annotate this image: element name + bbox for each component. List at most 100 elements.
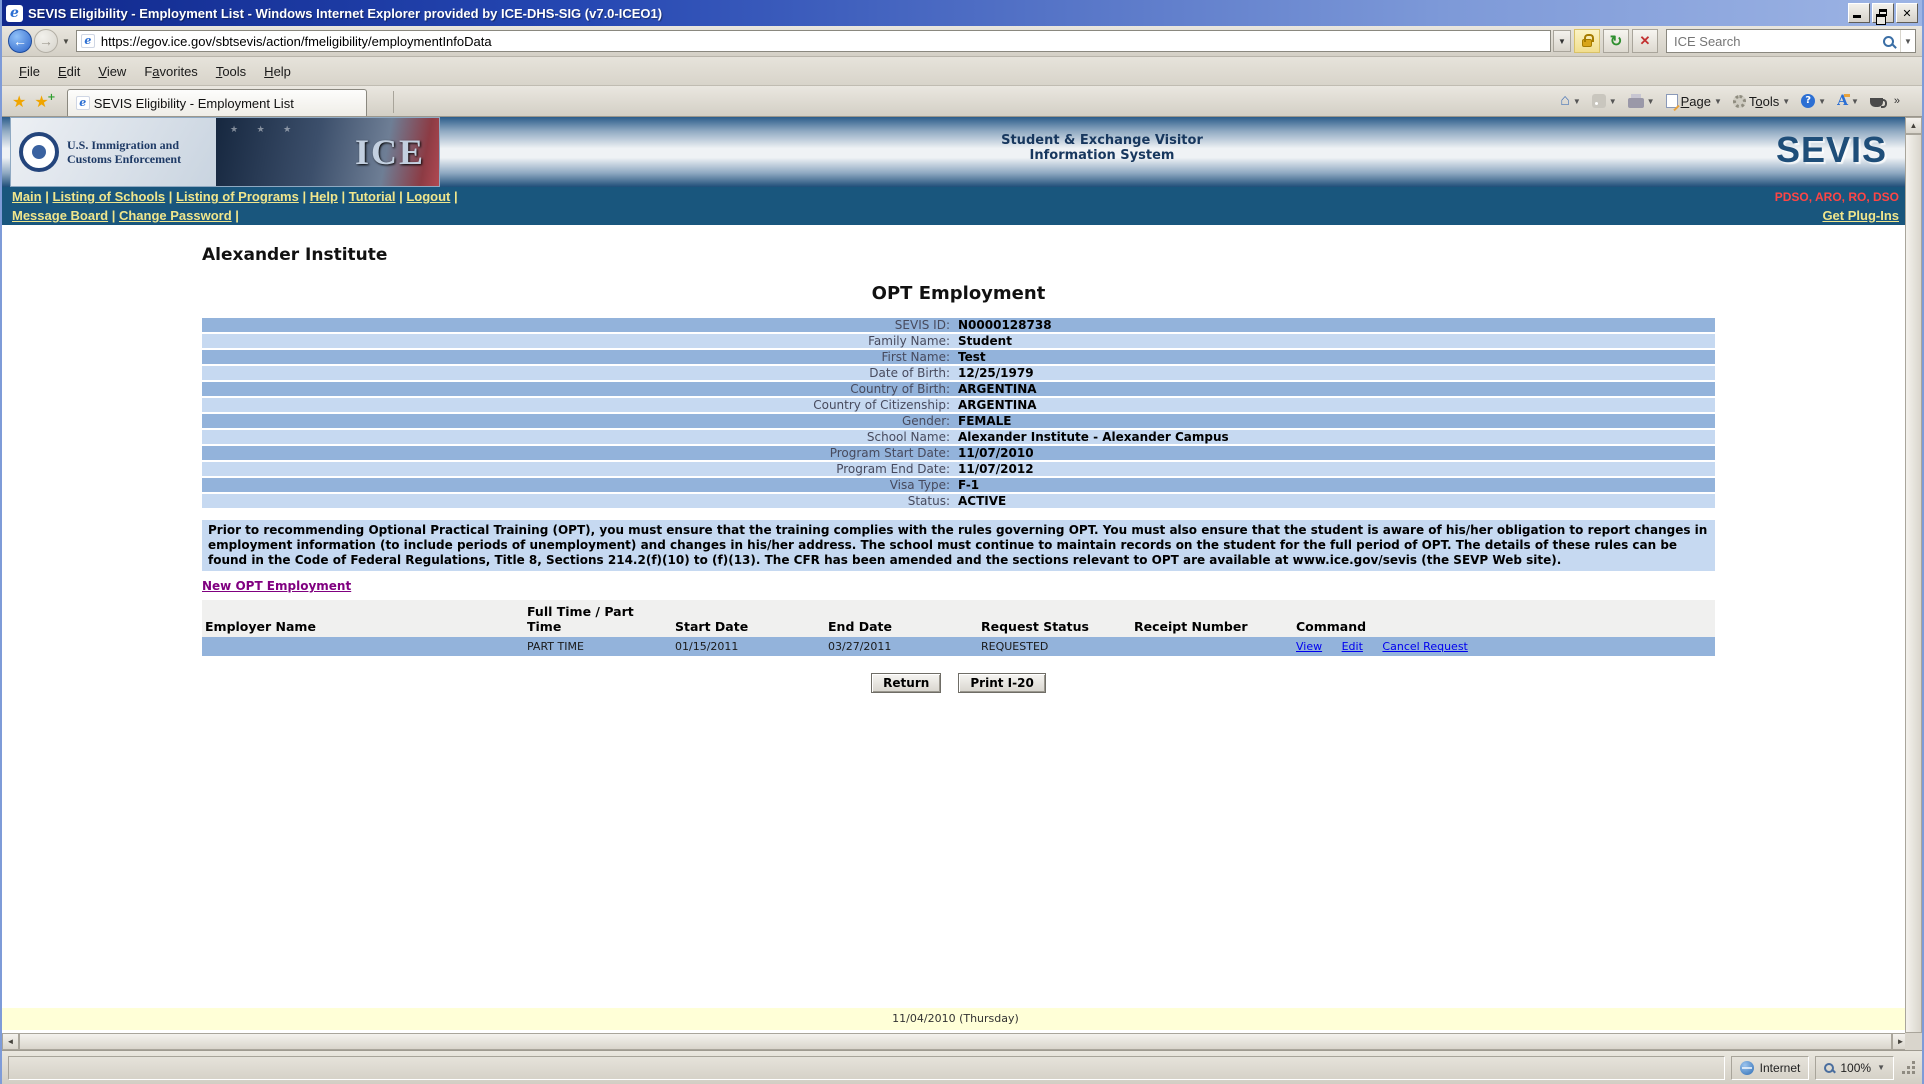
- menu-tools[interactable]: Tools: [207, 60, 255, 83]
- menu-favorites[interactable]: Favorites: [135, 60, 206, 83]
- horizontal-scrollbar[interactable]: ◄ ►: [2, 1033, 1909, 1050]
- history-dropdown-icon[interactable]: ▼: [58, 37, 74, 46]
- tools-menu-button[interactable]: Tools▼: [1729, 92, 1794, 111]
- edit-link[interactable]: Edit: [1342, 640, 1363, 653]
- student-row: Status:ACTIVE: [202, 494, 1715, 508]
- vertical-scrollbar[interactable]: ▲ ▼: [1905, 117, 1922, 1050]
- security-lock-button[interactable]: [1574, 29, 1600, 53]
- search-input[interactable]: [1672, 33, 1881, 50]
- nav-change-password[interactable]: Change Password: [119, 208, 243, 223]
- student-row: SEVIS ID:N0000128738: [202, 318, 1715, 332]
- horizontal-scroll-thumb[interactable]: [19, 1033, 1892, 1050]
- get-plugins-link[interactable]: Get Plug-Ins: [1822, 208, 1899, 223]
- stop-icon: ✕: [1640, 33, 1651, 49]
- zoom-panel[interactable]: 100% ▼: [1815, 1056, 1894, 1080]
- header-receipt-number: Receipt Number: [1131, 600, 1293, 637]
- status-bar: Internet 100% ▼: [2, 1050, 1922, 1084]
- url-input[interactable]: [99, 33, 1546, 50]
- refresh-button[interactable]: ↻: [1603, 29, 1629, 53]
- lock-icon: [1582, 39, 1592, 47]
- print-i20-button[interactable]: Print I-20: [958, 673, 1045, 693]
- cell-full-part-time: PART TIME: [524, 637, 672, 656]
- window-title: SEVIS Eligibility - Employment List - Wi…: [28, 6, 662, 21]
- menu-help[interactable]: Help: [255, 60, 300, 83]
- new-opt-employment-link[interactable]: New OPT Employment: [202, 579, 351, 593]
- cell-end-date: 03/27/2011: [825, 637, 978, 656]
- sevis-logo-text: SEVIS: [1776, 131, 1887, 169]
- student-row: Date of Birth:12/25/1979: [202, 366, 1715, 380]
- search-icon[interactable]: [1883, 36, 1894, 47]
- print-button[interactable]: ▼: [1624, 92, 1659, 110]
- nav-tutorial[interactable]: Tutorial: [349, 189, 407, 204]
- return-button[interactable]: Return: [871, 673, 941, 693]
- view-link[interactable]: View: [1296, 640, 1322, 653]
- restore-button[interactable]: [1872, 3, 1894, 23]
- feeds-button[interactable]: ▼: [1588, 92, 1621, 110]
- help-icon: ?: [1801, 94, 1815, 108]
- printer-icon: [1628, 98, 1644, 108]
- menu-edit[interactable]: Edit: [49, 60, 89, 83]
- forward-button[interactable]: →: [34, 29, 58, 53]
- header-end-date: End Date: [825, 600, 978, 637]
- tab-favicon-icon: e: [76, 96, 90, 110]
- home-button[interactable]: ⌂▼: [1556, 90, 1585, 112]
- menu-file[interactable]: File: [10, 60, 49, 83]
- coffee-cup-icon: [1870, 98, 1883, 107]
- internet-globe-icon: [1740, 1061, 1754, 1075]
- dhs-seal-icon: [19, 132, 59, 172]
- home-icon: ⌂: [1560, 92, 1570, 110]
- zoom-magnifier-icon: [1824, 1063, 1834, 1073]
- student-row: Program End Date:11/07/2012: [202, 462, 1715, 476]
- nav-listing-of-schools[interactable]: Listing of Schools: [53, 189, 177, 204]
- page-menu-button[interactable]: Page▼: [1662, 92, 1726, 111]
- employment-header-row: Employer Name Full Time / Part Time Star…: [202, 600, 1715, 637]
- nav-message-board[interactable]: Message Board: [12, 208, 119, 223]
- add-favorite-icon[interactable]: ★: [32, 92, 54, 116]
- page-menu-label: Page: [1681, 94, 1711, 109]
- header-request-status: Request Status: [978, 600, 1131, 637]
- vertical-scroll-thumb[interactable]: [1905, 134, 1922, 1033]
- stop-button[interactable]: ✕: [1632, 29, 1658, 53]
- cell-request-status: REQUESTED: [978, 637, 1131, 656]
- close-button[interactable]: ✕: [1896, 3, 1918, 23]
- nav-listing-of-programs[interactable]: Listing of Programs: [176, 189, 310, 204]
- scrollbar-corner: [1905, 1033, 1922, 1050]
- rss-feed-icon: [1592, 94, 1606, 108]
- cancel-request-link[interactable]: Cancel Request: [1382, 640, 1467, 653]
- tools-menu-label: Tools: [1749, 94, 1779, 109]
- ice-banner-image: U.S. Immigration and Customs Enforcement…: [10, 117, 440, 187]
- search-dropdown-icon[interactable]: ▼: [1900, 30, 1915, 52]
- fonts-button[interactable]: A▼: [1833, 91, 1863, 111]
- help-menu-button[interactable]: ?▼: [1797, 92, 1830, 110]
- back-button[interactable]: ←: [8, 29, 32, 53]
- scroll-up-icon[interactable]: ▲: [1905, 117, 1922, 134]
- nav-logout[interactable]: Logout: [406, 189, 461, 204]
- tab-bar: ★ ★ e SEVIS Eligibility - Employment Lis…: [2, 86, 1922, 117]
- fonts-icon: A: [1837, 93, 1848, 109]
- menu-view[interactable]: View: [89, 60, 135, 83]
- toolbar-overflow-chevron-icon[interactable]: »: [1890, 95, 1900, 107]
- zoom-dropdown-icon[interactable]: ▼: [1877, 1063, 1885, 1072]
- ice-logo-text: ICE: [355, 131, 425, 173]
- menu-bar: File Edit View Favorites Tools Help: [2, 57, 1922, 86]
- status-message-panel: [8, 1056, 1725, 1080]
- student-row: Country of Citizenship:ARGENTINA: [202, 398, 1715, 412]
- tab-sevis-employment-list[interactable]: e SEVIS Eligibility - Employment List: [67, 89, 367, 116]
- sevis-header-banner: U.S. Immigration and Customs Enforcement…: [2, 117, 1909, 187]
- minimize-icon: [1853, 15, 1861, 18]
- nav-help[interactable]: Help: [310, 189, 349, 204]
- java-console-button[interactable]: [1866, 93, 1887, 109]
- favorites-star-icon[interactable]: ★: [2, 92, 32, 116]
- nav-main[interactable]: Main: [12, 189, 53, 204]
- minimize-button[interactable]: [1848, 3, 1870, 23]
- student-row: Country of Birth:ARGENTINA: [202, 382, 1715, 396]
- student-row: Program Start Date:11/07/2010: [202, 446, 1715, 460]
- action-buttons: Return Print I-20: [202, 672, 1715, 693]
- tab-title: SEVIS Eligibility - Employment List: [94, 96, 294, 111]
- address-dropdown-button[interactable]: ▼: [1553, 30, 1571, 52]
- opt-rules-notice: Prior to recommending Optional Practical…: [202, 520, 1715, 571]
- resize-grip[interactable]: [1902, 1061, 1916, 1075]
- scroll-left-icon[interactable]: ◄: [2, 1033, 19, 1050]
- tab-separator: [393, 91, 394, 113]
- main-nav-bar: Main Listing of Schools Listing of Progr…: [2, 187, 1909, 225]
